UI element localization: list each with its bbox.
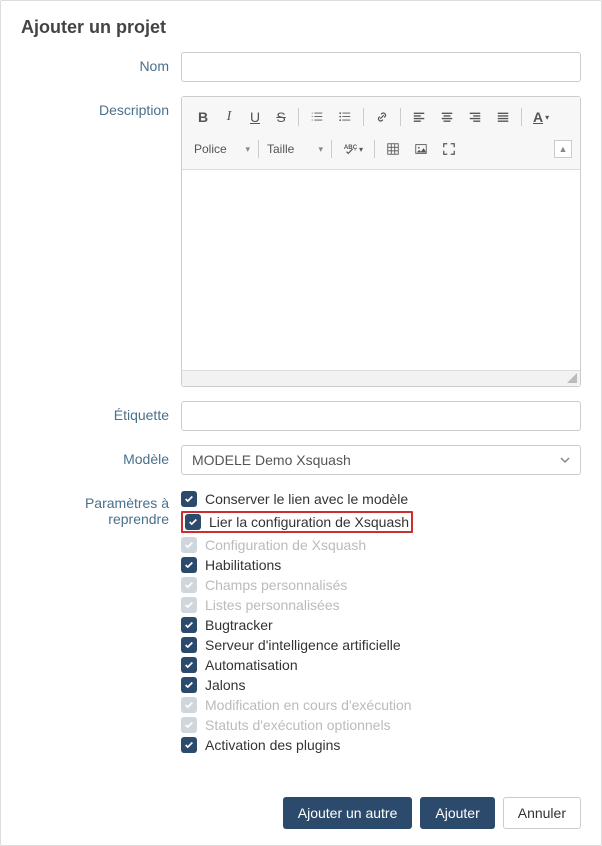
- editor-toolbar: B I U S: [182, 97, 580, 170]
- etiquette-input[interactable]: [181, 401, 581, 431]
- maximize-icon[interactable]: [436, 137, 462, 161]
- text-color-icon[interactable]: A▾: [527, 105, 555, 129]
- param-label: Habilitations: [205, 557, 281, 573]
- nom-input[interactable]: [181, 52, 581, 82]
- dialog-title: Ajouter un projet: [1, 1, 601, 52]
- align-center-icon[interactable]: [434, 105, 460, 129]
- nom-label: Nom: [21, 52, 181, 82]
- param-label: Lier la configuration de Xsquash: [209, 514, 409, 530]
- checkbox[interactable]: [181, 491, 197, 507]
- checkbox: [181, 697, 197, 713]
- add-another-button[interactable]: Ajouter un autre: [283, 797, 413, 829]
- checkbox[interactable]: [181, 617, 197, 633]
- italic-icon[interactable]: I: [217, 105, 241, 129]
- align-left-icon[interactable]: [406, 105, 432, 129]
- param-item: Lier la configuration de Xsquash: [181, 509, 581, 535]
- size-select[interactable]: Taille ▾: [263, 140, 327, 158]
- param-label: Statuts d'exécution optionnels: [205, 717, 391, 733]
- checkbox[interactable]: [181, 737, 197, 753]
- rich-text-editor: B I U S: [181, 96, 581, 387]
- unordered-list-icon[interactable]: [332, 105, 358, 129]
- spellcheck-icon[interactable]: ABÇ ▾: [337, 137, 369, 161]
- param-item: Jalons: [181, 675, 581, 695]
- param-label: Configuration de Xsquash: [205, 537, 366, 553]
- checkbox: [181, 537, 197, 553]
- font-select[interactable]: Police ▾: [190, 140, 254, 158]
- param-label: Champs personnalisés: [205, 577, 347, 593]
- checkbox[interactable]: [181, 637, 197, 653]
- param-item: Habilitations: [181, 555, 581, 575]
- param-item: Statuts d'exécution optionnels: [181, 715, 581, 735]
- param-item: Bugtracker: [181, 615, 581, 635]
- param-label: Automatisation: [205, 657, 298, 673]
- checkbox[interactable]: [181, 557, 197, 573]
- checkbox[interactable]: [181, 677, 197, 693]
- add-project-dialog: Ajouter un projet Nom Description B I U …: [0, 0, 602, 846]
- form: Nom Description B I U S: [1, 52, 601, 785]
- toolbar-collapse-icon[interactable]: ▲: [554, 140, 572, 158]
- checkbox[interactable]: [185, 514, 201, 530]
- param-label: Activation des plugins: [205, 737, 340, 753]
- modele-label: Modèle: [21, 445, 181, 475]
- param-label: Modification en cours d'exécution: [205, 697, 412, 713]
- dialog-footer: Ajouter un autre Ajouter Annuler: [1, 785, 601, 845]
- size-select-label: Taille: [267, 142, 294, 156]
- param-label: Listes personnalisées: [205, 597, 340, 613]
- cancel-button[interactable]: Annuler: [503, 797, 581, 829]
- param-item: Configuration de Xsquash: [181, 535, 581, 555]
- param-item: Modification en cours d'exécution: [181, 695, 581, 715]
- param-item: Conserver le lien avec le modèle: [181, 489, 581, 509]
- image-icon[interactable]: [408, 137, 434, 161]
- checkbox: [181, 577, 197, 593]
- param-item: Listes personnalisées: [181, 595, 581, 615]
- ordered-list-icon[interactable]: [304, 105, 330, 129]
- strike-icon[interactable]: S: [269, 105, 293, 129]
- highlighted-param: Lier la configuration de Xsquash: [181, 511, 413, 533]
- font-select-label: Police: [194, 142, 227, 156]
- param-item: Automatisation: [181, 655, 581, 675]
- align-right-icon[interactable]: [462, 105, 488, 129]
- checkbox: [181, 717, 197, 733]
- params-checklist: Conserver le lien avec le modèle Lier la …: [181, 489, 581, 755]
- link-icon[interactable]: [369, 105, 395, 129]
- svg-text:ABÇ: ABÇ: [344, 144, 357, 151]
- param-item: Activation des plugins: [181, 735, 581, 755]
- checkbox[interactable]: [181, 657, 197, 673]
- checkbox: [181, 597, 197, 613]
- editor-textarea[interactable]: [182, 170, 580, 370]
- param-label: Serveur d'intelligence artificielle: [205, 637, 401, 653]
- param-item: Champs personnalisés: [181, 575, 581, 595]
- bold-icon[interactable]: B: [191, 105, 215, 129]
- editor-resize-handle[interactable]: [182, 370, 580, 386]
- param-item: Serveur d'intelligence artificielle: [181, 635, 581, 655]
- param-label: Jalons: [205, 677, 245, 693]
- params-label: Paramètres à reprendre: [21, 489, 181, 755]
- param-label: Conserver le lien avec le modèle: [205, 491, 408, 507]
- description-label: Description: [21, 96, 181, 387]
- table-icon[interactable]: [380, 137, 406, 161]
- underline-icon[interactable]: U: [243, 105, 267, 129]
- add-button[interactable]: Ajouter: [420, 797, 494, 829]
- align-justify-icon[interactable]: [490, 105, 516, 129]
- etiquette-label: Étiquette: [21, 401, 181, 431]
- param-label: Bugtracker: [205, 617, 273, 633]
- modele-select[interactable]: [181, 445, 581, 475]
